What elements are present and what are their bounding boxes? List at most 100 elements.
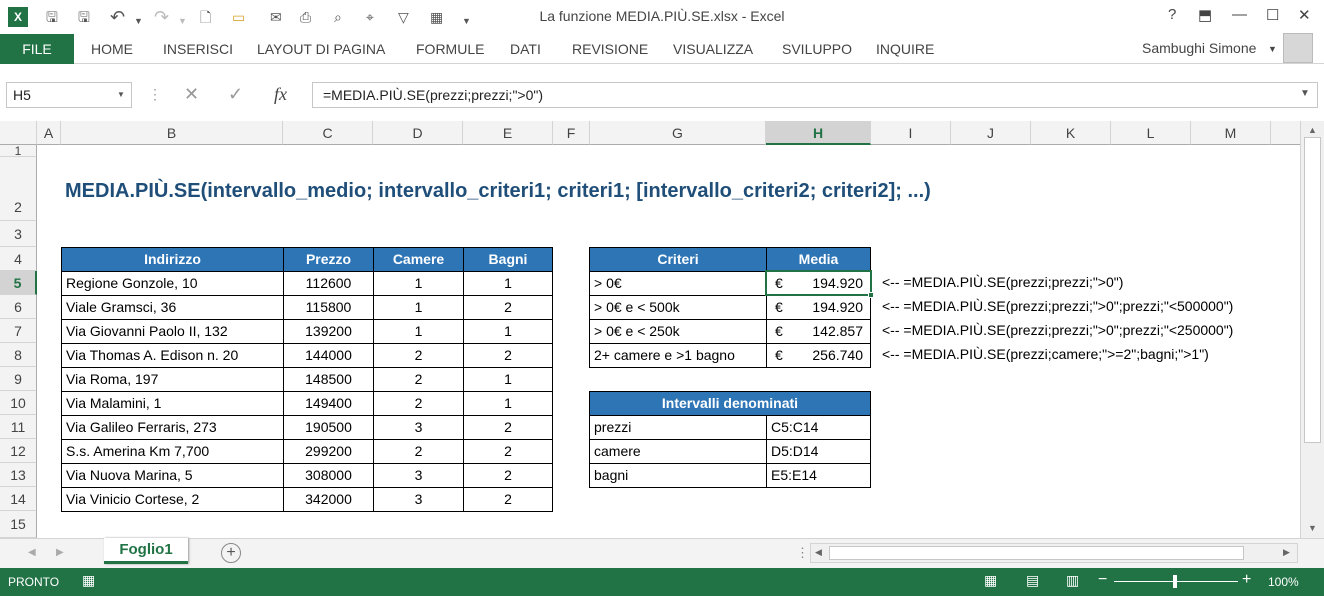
horizontal-scroll-thumb[interactable] <box>829 546 1244 560</box>
rooms-cell: 1 <box>373 295 464 320</box>
column-header-e[interactable]: E <box>463 121 553 145</box>
fill-handle[interactable] <box>868 292 874 298</box>
minimize-button[interactable]: — <box>1232 6 1247 23</box>
row-header-4[interactable]: 4 <box>0 247 37 271</box>
average-value: 194.920 <box>812 299 863 315</box>
row-header-9[interactable]: 9 <box>0 367 37 391</box>
baths-cell: 1 <box>463 367 553 392</box>
scroll-down-icon[interactable]: ▼ <box>1308 523 1317 533</box>
baths-cell: 1 <box>463 319 553 344</box>
address-cell: Regione Gonzole, 10 <box>61 271 284 296</box>
tab-formule[interactable]: FORMULE <box>416 41 484 57</box>
column-header-k[interactable]: K <box>1031 121 1111 145</box>
column-header-g[interactable]: G <box>590 121 766 145</box>
row-header-10[interactable]: 10 <box>0 391 37 415</box>
scroll-up-icon[interactable]: ▲ <box>1308 125 1317 135</box>
expand-formula-bar-icon[interactable]: ▼ <box>1300 88 1310 99</box>
rooms-cell: 2 <box>373 343 464 368</box>
column-header-a[interactable]: A <box>37 121 61 145</box>
column-header-j[interactable]: J <box>951 121 1031 145</box>
user-dropdown-icon[interactable]: ▼ <box>1268 44 1277 54</box>
row-header-13[interactable]: 13 <box>0 463 37 487</box>
column-header-n[interactable] <box>1271 121 1300 145</box>
select-all-corner[interactable] <box>0 121 37 145</box>
table-header-camere: Camere <box>373 247 464 272</box>
horizontal-scrollbar[interactable]: ◀ ▶ <box>810 543 1298 563</box>
tab-visualizza[interactable]: VISUALIZZA <box>673 41 753 57</box>
criteria-cell: > 0€ <box>589 271 767 296</box>
tab-dati[interactable]: DATI <box>510 41 541 57</box>
name-box[interactable]: H5 <box>6 82 132 108</box>
tab-layout-di-pagina[interactable]: LAYOUT DI PAGINA <box>257 41 385 57</box>
tab-revisione[interactable]: REVISIONE <box>572 41 648 57</box>
table-header-bagni: Bagni <box>463 247 553 272</box>
row-header-11[interactable]: 11 <box>0 415 37 439</box>
column-header-f[interactable]: F <box>553 121 590 145</box>
enter-icon[interactable]: ✓ <box>228 82 243 106</box>
column-header-l[interactable]: L <box>1111 121 1191 145</box>
zoom-in-icon[interactable]: + <box>1242 571 1251 589</box>
macro-record-icon[interactable]: ▦ <box>82 572 95 589</box>
tab-home[interactable]: HOME <box>91 41 133 57</box>
help-button[interactable]: ? <box>1168 6 1176 23</box>
worksheet-grid[interactable]: A B C D E F G H I J K L M 1 2 3 4 5 6 7 … <box>0 121 1300 538</box>
average-value: 194.920 <box>812 275 863 291</box>
row-header-2[interactable]: 2 <box>0 157 37 221</box>
cancel-icon[interactable]: ✕ <box>184 82 199 106</box>
file-tab[interactable]: FILE <box>0 34 74 64</box>
add-sheet-icon[interactable]: + <box>221 543 241 563</box>
ribbon-display-options-icon[interactable]: ⬒ <box>1198 6 1212 24</box>
column-header-i[interactable]: I <box>871 121 951 145</box>
column-header-h[interactable]: H <box>766 121 871 145</box>
zoom-out-icon[interactable]: − <box>1098 571 1107 589</box>
baths-cell: 2 <box>463 487 553 512</box>
row-header-5[interactable]: 5 <box>0 271 37 295</box>
average-value: 142.857 <box>812 323 863 339</box>
tab-inquire[interactable]: INQUIRE <box>876 41 934 57</box>
more-options-icon[interactable]: ⋮ <box>148 82 162 106</box>
sheet-scroll-right-icon[interactable]: ▶ <box>56 547 64 558</box>
avatar[interactable] <box>1283 33 1313 63</box>
row-header-7[interactable]: 7 <box>0 319 37 343</box>
range-ref-cell: C5:C14 <box>766 415 871 440</box>
page-break-view-icon[interactable]: ▥ <box>1066 572 1079 589</box>
average-value: 256.740 <box>812 347 863 363</box>
formula-input[interactable]: =MEDIA.PIÙ.SE(prezzi;prezzi;">0") <box>312 82 1318 108</box>
vertical-scroll-thumb[interactable] <box>1304 137 1321 443</box>
row-header-14[interactable]: 14 <box>0 487 37 511</box>
scroll-left-icon[interactable]: ◀ <box>815 547 822 558</box>
close-button[interactable]: ✕ <box>1298 6 1311 24</box>
column-header-c[interactable]: C <box>283 121 373 145</box>
user-name[interactable]: Sambughi Simone <box>1142 40 1256 56</box>
normal-view-icon[interactable]: ▦ <box>984 572 997 589</box>
zoom-slider-thumb[interactable] <box>1173 575 1177 588</box>
scroll-right-icon[interactable]: ▶ <box>1283 547 1290 558</box>
rooms-cell: 3 <box>373 487 464 512</box>
row-header-15[interactable]: 15 <box>0 511 37 538</box>
address-cell: Via Nuova Marina, 5 <box>61 463 284 488</box>
column-header-d[interactable]: D <box>373 121 463 145</box>
baths-cell: 2 <box>463 343 553 368</box>
row-header-3[interactable]: 3 <box>0 221 37 247</box>
row-header-1[interactable]: 1 <box>0 145 37 157</box>
zoom-level[interactable]: 100% <box>1268 575 1299 589</box>
rooms-cell: 1 <box>373 319 464 344</box>
sheet-scroll-left-icon[interactable]: ◀ <box>28 547 36 558</box>
name-box-dropdown-icon[interactable]: ▼ <box>117 90 125 99</box>
tab-inserisci[interactable]: INSERISCI <box>163 41 233 57</box>
page-layout-view-icon[interactable]: ▤ <box>1026 572 1039 589</box>
row-header-8[interactable]: 8 <box>0 343 37 367</box>
tab-sviluppo[interactable]: SVILUPPO <box>782 41 852 57</box>
title-bar: X 🖫 🖫 ↶ ▼ ↷ ▼ 🗋 ▭ ✉ ⎙ ⌕ ⌖ ▽ ▦ ▼ La funzi… <box>0 0 1324 34</box>
vertical-scrollbar[interactable]: ▲ ▼ <box>1300 121 1324 538</box>
syntax-heading: MEDIA.PIÙ.SE(intervallo_medio; intervall… <box>65 180 931 202</box>
column-header-b[interactable]: B <box>61 121 283 145</box>
row-header-6[interactable]: 6 <box>0 295 37 319</box>
insert-function-button[interactable]: fx <box>274 82 287 106</box>
tab-split-handle-icon[interactable]: ⋮ <box>796 545 809 561</box>
sheet-tab-foglio1[interactable]: Foglio1 <box>104 538 188 564</box>
column-header-m[interactable]: M <box>1191 121 1271 145</box>
row-header-12[interactable]: 12 <box>0 439 37 463</box>
maximize-icon[interactable]: ☐ <box>1266 6 1279 24</box>
address-cell: S.s. Amerina Km 7,700 <box>61 439 284 464</box>
